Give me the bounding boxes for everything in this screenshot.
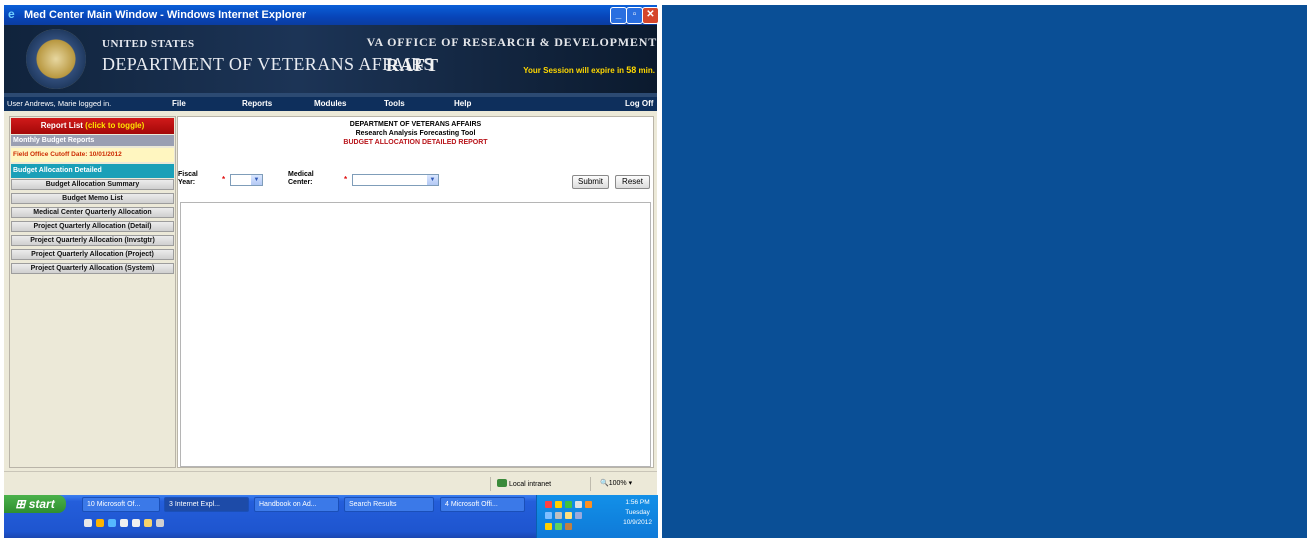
sidebar-item-project-quarterly-project[interactable]: Project Quarterly Allocation (Project) xyxy=(11,249,174,260)
page-content: Report List (click to toggle) Monthly Bu… xyxy=(4,111,657,471)
title-bar[interactable]: e Med Center Main Window - Windows Inter… xyxy=(4,5,659,25)
report-panel: DEPARTMENT OF VETERANS AFFAIRS Research … xyxy=(177,116,654,468)
tray-alert-icon[interactable] xyxy=(555,501,562,508)
magnifier-icon: 🔍 xyxy=(600,480,609,487)
zoom-level[interactable]: 🔍100% ▾ xyxy=(600,479,632,487)
tray-status-icon[interactable] xyxy=(555,523,562,530)
va-seal-logo xyxy=(26,29,86,89)
fiscal-year-required-marker: * xyxy=(222,175,226,184)
menu-file[interactable]: File xyxy=(172,97,186,111)
department-text: DEPARTMENT OF VETERANS AFFAIRS xyxy=(102,54,434,74)
taskbar-button-microsoft-office[interactable]: 10 Microsoft Of... xyxy=(82,497,160,512)
medical-center-label: Medical Center: xyxy=(288,171,314,186)
internet-explorer-icon: e xyxy=(8,7,15,21)
submit-button[interactable]: Submit xyxy=(572,175,609,189)
session-timer: Your Session will expire in 58 min. xyxy=(523,65,655,75)
taskbar-button-internet-explorer[interactable]: 3 Internet Expl... xyxy=(164,497,249,512)
tray-network-icon[interactable] xyxy=(565,501,572,508)
quick-launch-calculator-icon[interactable] xyxy=(156,519,164,527)
log-off-link[interactable]: Log Off xyxy=(625,97,653,111)
menu-modules[interactable]: Modules xyxy=(314,97,346,111)
tray-printer-icon[interactable] xyxy=(555,512,562,519)
start-button[interactable]: ⊞ start xyxy=(4,495,66,513)
sidebar-item-budget-memo-list[interactable]: Budget Memo List xyxy=(11,193,174,204)
taskbar-button-search-results[interactable]: Search Results xyxy=(344,497,434,512)
menu-bar: User Andrews, Marie logged in. File Repo… xyxy=(4,97,657,111)
report-title: BUDGET ALLOCATION DETAILED REPORT xyxy=(343,139,488,146)
status-bar: Local intranet 🔍100% ▾ xyxy=(4,471,657,496)
quick-launch-firefox-icon[interactable] xyxy=(96,519,104,527)
report-results-area xyxy=(180,202,651,467)
windows-logo-icon: ⊞ xyxy=(15,497,26,511)
status-divider xyxy=(590,477,591,491)
quick-launch-ie-icon[interactable] xyxy=(108,519,116,527)
tray-misc-icon[interactable] xyxy=(565,523,572,530)
report-list-toggle[interactable]: Report List (click to toggle) xyxy=(11,118,174,134)
taskbar-button-microsoft-office-2[interactable]: 4 Microsoft Offi... xyxy=(440,497,525,512)
app-name: RAFT xyxy=(386,55,439,75)
close-button[interactable]: ✕ xyxy=(642,7,659,24)
system-tray: 1:56 PM Tuesday 10/9/2012 xyxy=(536,495,658,538)
quick-launch-app-icon[interactable] xyxy=(132,519,140,527)
quick-launch-mail-icon[interactable] xyxy=(120,519,128,527)
sidebar-item-budget-allocation-summary[interactable]: Budget Allocation Summary xyxy=(11,179,174,190)
tray-shield-icon[interactable] xyxy=(545,523,552,530)
taskbar: ⊞ start 10 Microsoft Of... 3 Internet Ex… xyxy=(4,495,658,538)
user-status: User Andrews, Marie logged in. xyxy=(7,99,112,108)
site-banner: UNITED STATES DEPARTMENT OF VETERANS AFF… xyxy=(4,25,657,93)
window-title: Med Center Main Window - Windows Interne… xyxy=(24,9,307,21)
quick-launch-folder-icon[interactable] xyxy=(144,519,152,527)
monthly-budget-reports-header[interactable]: Monthly Budget Reports xyxy=(11,135,174,146)
fiscal-year-label: Fiscal Year: xyxy=(178,171,198,186)
report-org-title: DEPARTMENT OF VETERANS AFFAIRS xyxy=(349,121,482,128)
report-tool-title: Research Analysis Forecasting Tool xyxy=(355,130,476,137)
tray-update-icon[interactable] xyxy=(585,501,592,508)
menu-tools[interactable]: Tools xyxy=(384,97,405,111)
quick-launch-desktop-icon[interactable] xyxy=(84,519,92,527)
taskbar-button-handbook[interactable]: Handbook on Ad... xyxy=(254,497,339,512)
tray-display-icon[interactable] xyxy=(545,512,552,519)
sidebar-item-medical-center-quarterly[interactable]: Medical Center Quarterly Allocation xyxy=(11,207,174,218)
browser-window: e Med Center Main Window - Windows Inter… xyxy=(4,5,659,496)
tray-app-icon[interactable] xyxy=(575,501,582,508)
intranet-icon xyxy=(497,479,507,487)
chevron-down-icon[interactable]: ▼ xyxy=(251,175,262,185)
reset-button[interactable]: Reset xyxy=(615,175,650,189)
system-clock[interactable]: 1:56 PM Tuesday 10/9/2012 xyxy=(623,498,652,528)
medical-center-select[interactable]: ▼ xyxy=(352,174,439,186)
tray-sync-icon[interactable] xyxy=(575,512,582,519)
sidebar-item-project-quarterly-detail[interactable]: Project Quarterly Allocation (Detail) xyxy=(11,221,174,232)
chevron-down-icon[interactable]: ▼ xyxy=(427,175,438,185)
united-states-text: UNITED STATES xyxy=(102,38,195,50)
maximize-button[interactable]: ▫ xyxy=(626,7,643,24)
sidebar-item-project-quarterly-invstgtr[interactable]: Project Quarterly Allocation (Invstgtr) xyxy=(11,235,174,246)
office-text: VA OFFICE OF RESEARCH & DEVELOPMENT xyxy=(366,35,657,49)
medical-center-required-marker: * xyxy=(344,175,348,184)
minimize-button[interactable]: _ xyxy=(610,7,627,24)
fiscal-year-select[interactable]: ▼ xyxy=(230,174,263,186)
menu-help[interactable]: Help xyxy=(454,97,471,111)
desktop-background xyxy=(662,5,1307,538)
tray-security-icon[interactable] xyxy=(545,501,552,508)
tray-volume-icon[interactable] xyxy=(565,512,572,519)
sidebar-item-project-quarterly-system[interactable]: Project Quarterly Allocation (System) xyxy=(11,263,174,274)
menu-reports[interactable]: Reports xyxy=(242,97,272,111)
cutoff-date: Field Office Cutoff Date: 10/01/2012 xyxy=(11,148,174,162)
report-sidebar: Report List (click to toggle) Monthly Bu… xyxy=(9,116,176,468)
security-zone[interactable]: Local intranet xyxy=(497,479,551,488)
sidebar-item-budget-allocation-detailed[interactable]: Budget Allocation Detailed xyxy=(11,164,174,178)
status-divider xyxy=(490,477,491,491)
